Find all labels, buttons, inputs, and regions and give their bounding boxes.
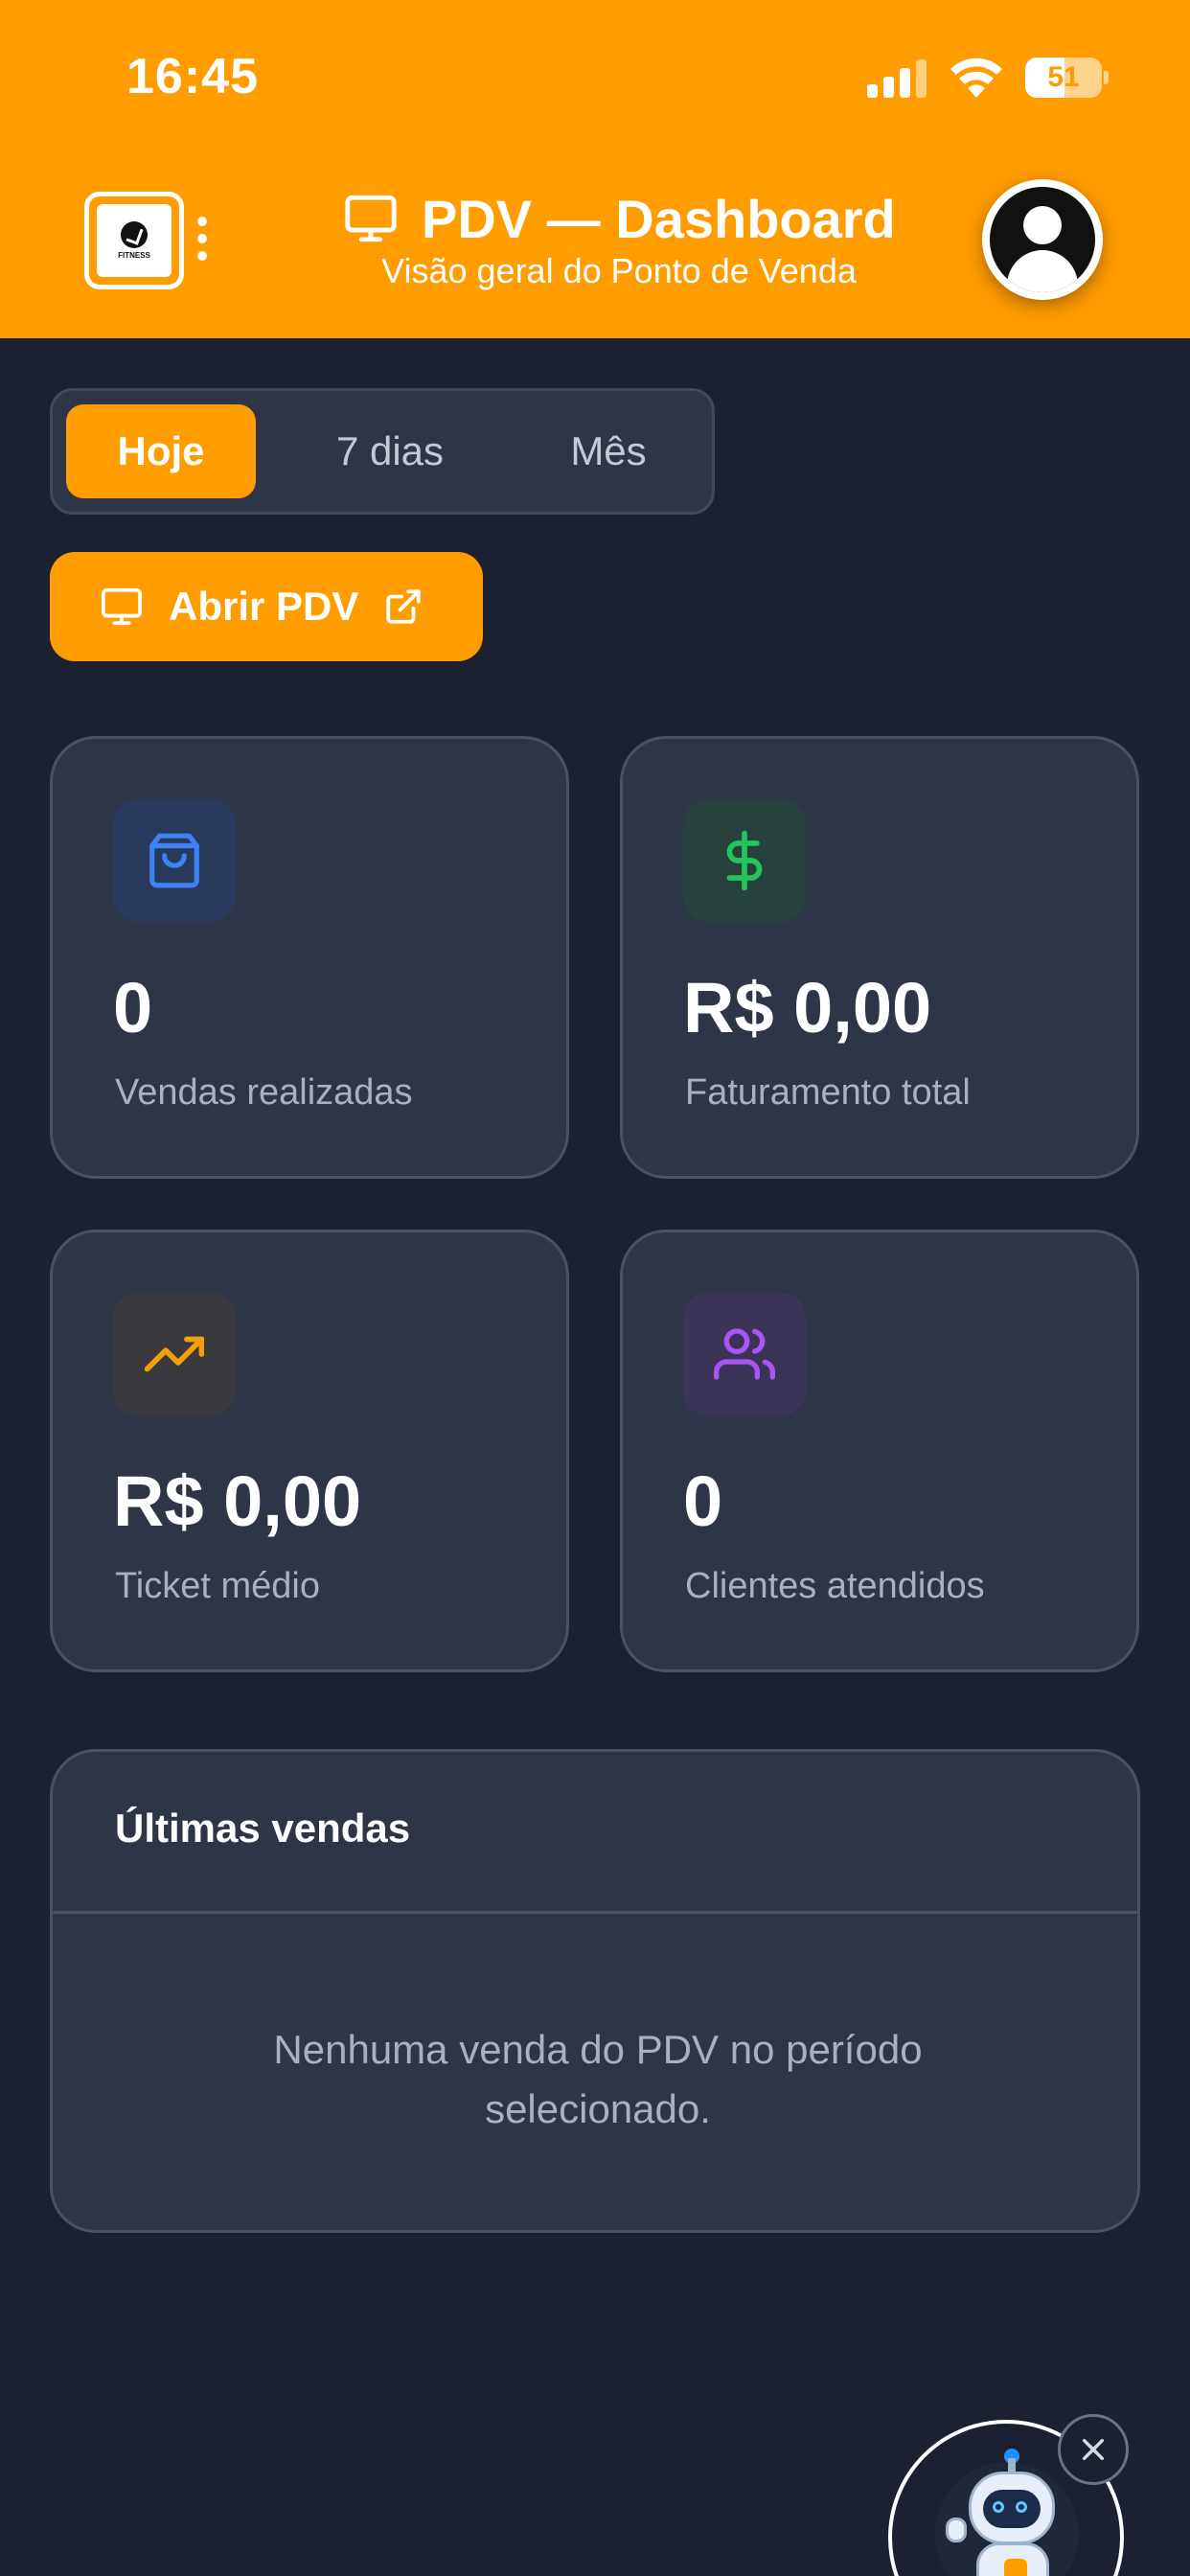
wifi-icon <box>950 58 1002 98</box>
stat-label: Clientes atendidos <box>685 1566 985 1606</box>
stat-value: 0 <box>683 1461 723 1541</box>
stat-card-revenue: R$ 0,00 Faturamento total <box>620 736 1139 1179</box>
users-icon <box>714 1328 775 1380</box>
empty-state-message: Nenhuma venda do PDV no período selecion… <box>273 2027 923 2131</box>
close-icon <box>1082 2438 1105 2461</box>
stat-card-average-ticket: R$ 0,00 Ticket médio <box>50 1230 569 1672</box>
stat-label: Vendas realizadas <box>115 1072 413 1113</box>
page-title-row: PDV — Dashboard <box>341 188 896 249</box>
app-header: 16:45 51 FITNESS PDV — Dashboard Visão g… <box>0 0 1190 338</box>
battery-level: 51 <box>1047 61 1080 93</box>
stat-value: 0 <box>113 968 153 1047</box>
stat-card-customers: 0 Clientes atendidos <box>620 1230 1139 1672</box>
tab-hoje[interactable]: Hoje <box>66 404 256 498</box>
monitor-icon <box>345 195 397 242</box>
divider <box>53 1911 1137 1914</box>
stat-icon-box <box>683 1293 806 1415</box>
stat-card-sales: 0 Vendas realizadas <box>50 736 569 1179</box>
stat-icon-box <box>113 1293 236 1415</box>
stat-icon-box <box>683 799 806 922</box>
trending-up-icon <box>145 1336 204 1372</box>
external-link-icon <box>386 589 422 624</box>
latest-sales-card: Últimas vendas Nenhuma venda do PDV no p… <box>50 1749 1140 2233</box>
tab-mes[interactable]: Mês <box>516 404 700 498</box>
user-icon <box>990 187 1095 292</box>
latest-sales-title: Últimas vendas <box>115 1806 411 1851</box>
stat-value: R$ 0,00 <box>683 968 932 1047</box>
cellular-signal-icon <box>867 59 927 98</box>
logo-mark-icon <box>121 221 148 248</box>
monitor-icon <box>101 587 143 626</box>
close-assistant-button[interactable] <box>1058 2414 1129 2485</box>
stat-label: Faturamento total <box>685 1072 971 1113</box>
page-title: PDV — Dashboard <box>422 188 896 249</box>
stat-value: R$ 0,00 <box>113 1461 362 1541</box>
shopping-bag-icon <box>149 833 199 888</box>
open-pdv-label: Abrir PDV <box>169 584 359 629</box>
open-pdv-button[interactable]: Abrir PDV <box>50 552 483 661</box>
tab-7-dias[interactable]: 7 dias <box>288 404 492 498</box>
battery-indicator: 51 <box>1025 58 1109 98</box>
user-avatar[interactable] <box>982 179 1103 300</box>
period-tabs: Hoje 7 dias Mês <box>50 388 715 515</box>
status-time: 16:45 <box>126 49 259 104</box>
stat-label: Ticket médio <box>115 1566 320 1606</box>
dollar-icon <box>726 831 763 890</box>
stat-icon-box <box>113 799 236 922</box>
